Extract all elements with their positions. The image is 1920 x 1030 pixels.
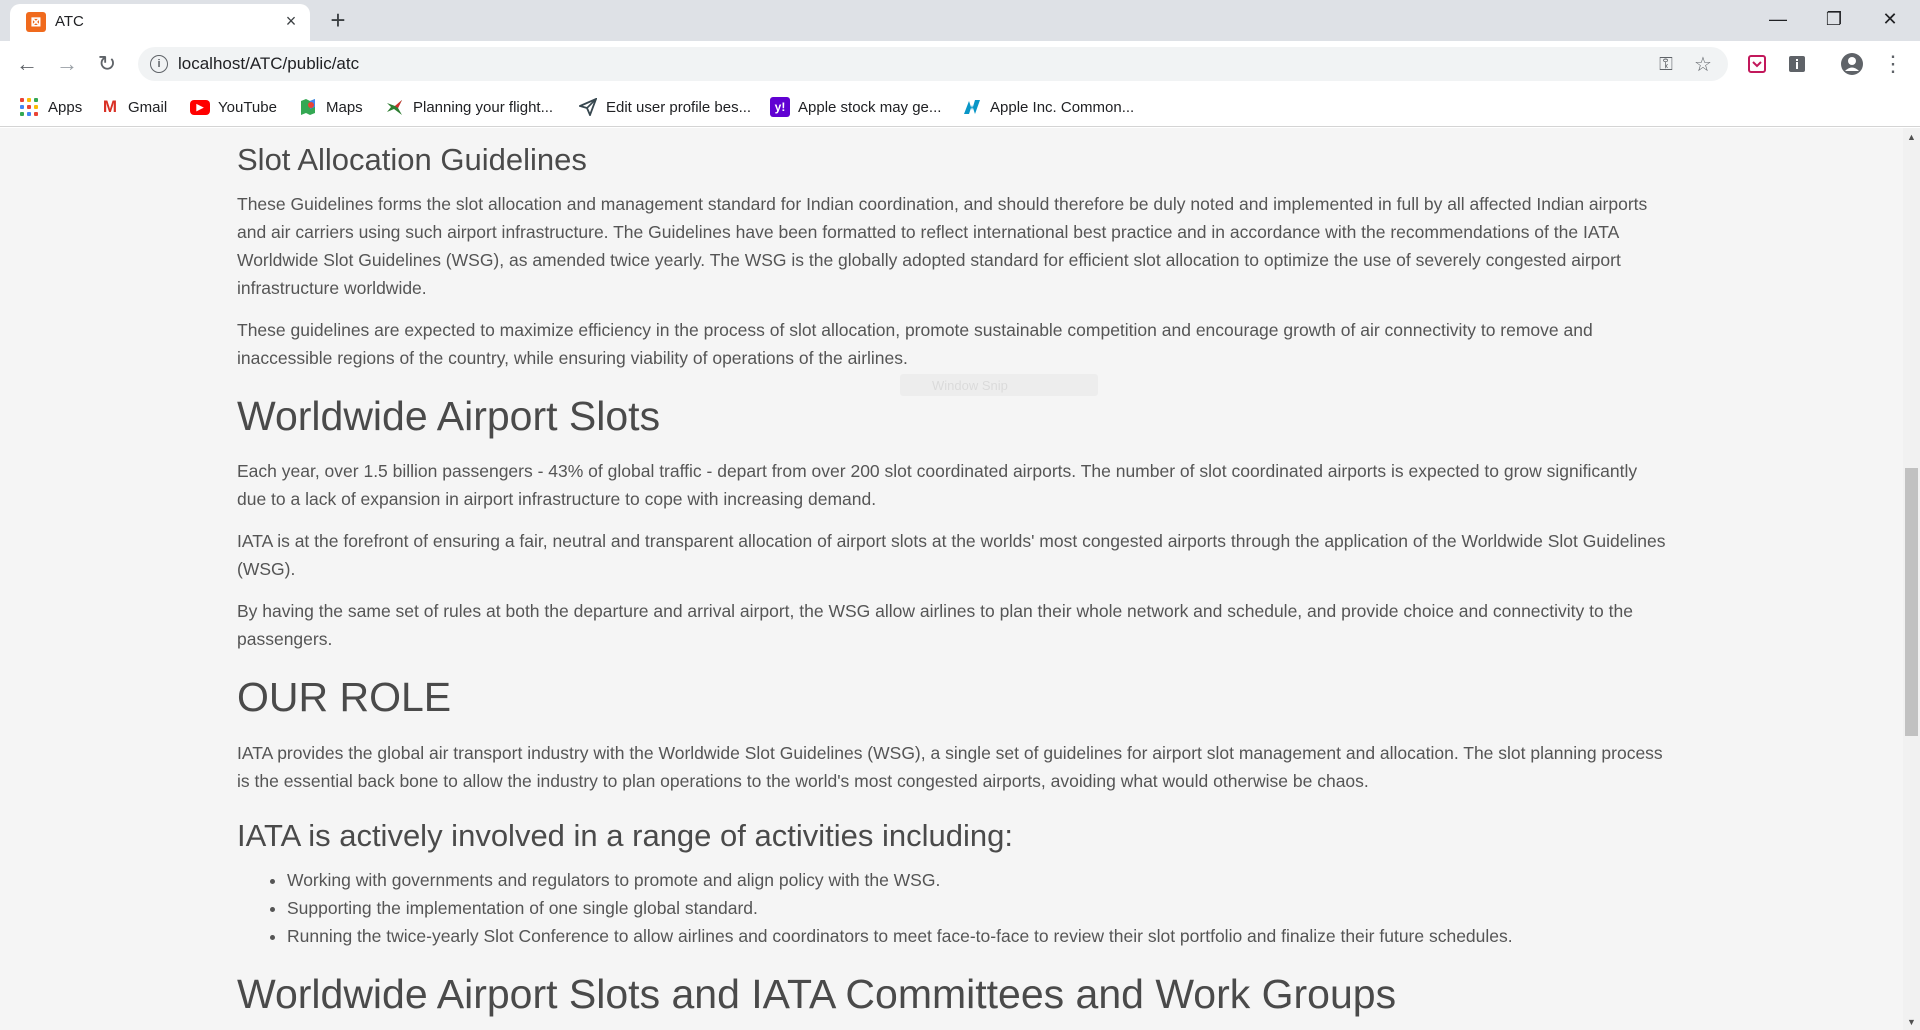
bookmark-apps[interactable]: Apps: [20, 95, 82, 119]
heading-iata-activities: IATA is actively involved in a range of …: [237, 817, 1013, 853]
restore-icon[interactable]: ❐: [1806, 0, 1862, 38]
bookmark-planning-flight[interactable]: Planning your flight...: [385, 95, 553, 119]
back-icon[interactable]: ←: [12, 49, 42, 79]
list-item: Running the twice-yearly Slot Conference…: [287, 922, 1667, 950]
paragraph-guidelines-intro: These Guidelines forms the slot allocati…: [237, 194, 1648, 299]
xampp-icon: ⊠: [26, 12, 46, 32]
apps-grid-icon: [20, 98, 38, 116]
bookmark-youtube[interactable]: ▶ YouTube: [190, 95, 277, 119]
bookmark-star-icon[interactable]: ☆: [1691, 52, 1715, 76]
bookmarks-bar: Apps M Gmail ▶ YouTube Maps Planning you…: [0, 87, 1920, 127]
bookmark-maps[interactable]: Maps: [298, 95, 363, 119]
paragraph-passengers: Each year, over 1.5 billion passengers -…: [237, 461, 1638, 510]
plane-icon: [385, 97, 405, 117]
heading-committees-work-groups: Worldwide Airport Slots and IATA Committ…: [237, 970, 1397, 1017]
nasdaq-icon: [962, 97, 982, 117]
bookmark-apple-common[interactable]: Apple Inc. Common...: [962, 95, 1134, 119]
bookmark-apple-stock[interactable]: y! Apple stock may ge...: [770, 95, 941, 119]
tab-title: ATC: [55, 13, 84, 30]
paragraph-same-rules: By having the same set of rules at both …: [237, 601, 1633, 650]
browser-toolbar: ← → ↻ i localhost/ATC/public/atc ⚿ ☆ ⋮: [0, 41, 1920, 87]
extension-pocket-icon[interactable]: [1744, 51, 1770, 77]
list-item: Working with governments and regulators …: [287, 866, 1667, 894]
address-bar[interactable]: i localhost/ATC/public/atc ⚿ ☆: [138, 47, 1728, 81]
paragraph-our-role: IATA provides the global air transport i…: [237, 742, 1663, 791]
scroll-up-icon[interactable]: ▲: [1903, 128, 1920, 145]
list-item: Supporting the implementation of one sin…: [287, 894, 1667, 922]
yahoo-icon: y!: [770, 97, 790, 117]
heading-our-role: OUR ROLE: [237, 674, 452, 721]
paragraph-iata-forefront: IATA is at the forefront of ensuring a f…: [237, 531, 1666, 580]
youtube-icon: ▶: [190, 99, 210, 115]
minimize-icon[interactable]: —: [1750, 0, 1806, 38]
new-tab-icon[interactable]: +: [324, 5, 352, 35]
reload-icon[interactable]: ↻: [92, 49, 122, 79]
url-text[interactable]: localhost/ATC/public/atc: [178, 54, 359, 74]
heading-slot-allocation-guidelines: Slot Allocation Guidelines: [237, 142, 587, 177]
send-icon: [578, 97, 598, 117]
forward-icon[interactable]: →: [52, 49, 82, 79]
extension-info-icon[interactable]: [1784, 51, 1810, 77]
close-tab-icon[interactable]: ×: [280, 10, 302, 32]
menu-icon[interactable]: ⋮: [1880, 51, 1906, 77]
paragraph-guidelines-efficiency: These guidelines are expected to maximiz…: [237, 320, 1593, 369]
activities-list: Working with governments and regulators …: [237, 866, 1667, 950]
bookmark-gmail[interactable]: M Gmail: [100, 95, 167, 119]
scrollbar-thumb[interactable]: [1905, 468, 1918, 736]
page-scrollbar[interactable]: ▲ ▼: [1903, 128, 1920, 1030]
maps-icon: [298, 97, 318, 117]
page-content: Slot Allocation Guidelines These Guideli…: [237, 128, 1667, 1019]
info-icon[interactable]: i: [150, 55, 168, 73]
profile-avatar-icon[interactable]: [1839, 51, 1865, 77]
bookmark-edit-profile[interactable]: Edit user profile bes...: [578, 95, 751, 119]
tab-strip: ⊠ ATC × + — ❐ ✕: [0, 0, 1920, 41]
gmail-icon: M: [102, 97, 118, 116]
key-icon[interactable]: ⚿: [1654, 52, 1678, 76]
heading-worldwide-airport-slots: Worldwide Airport Slots: [237, 393, 661, 440]
close-window-icon[interactable]: ✕: [1862, 0, 1918, 38]
browser-tab[interactable]: ⊠ ATC ×: [10, 4, 310, 41]
page-viewport: Window Snip Slot Allocation Guidelines T…: [0, 128, 1920, 1030]
scroll-down-icon[interactable]: ▼: [1903, 1013, 1920, 1030]
